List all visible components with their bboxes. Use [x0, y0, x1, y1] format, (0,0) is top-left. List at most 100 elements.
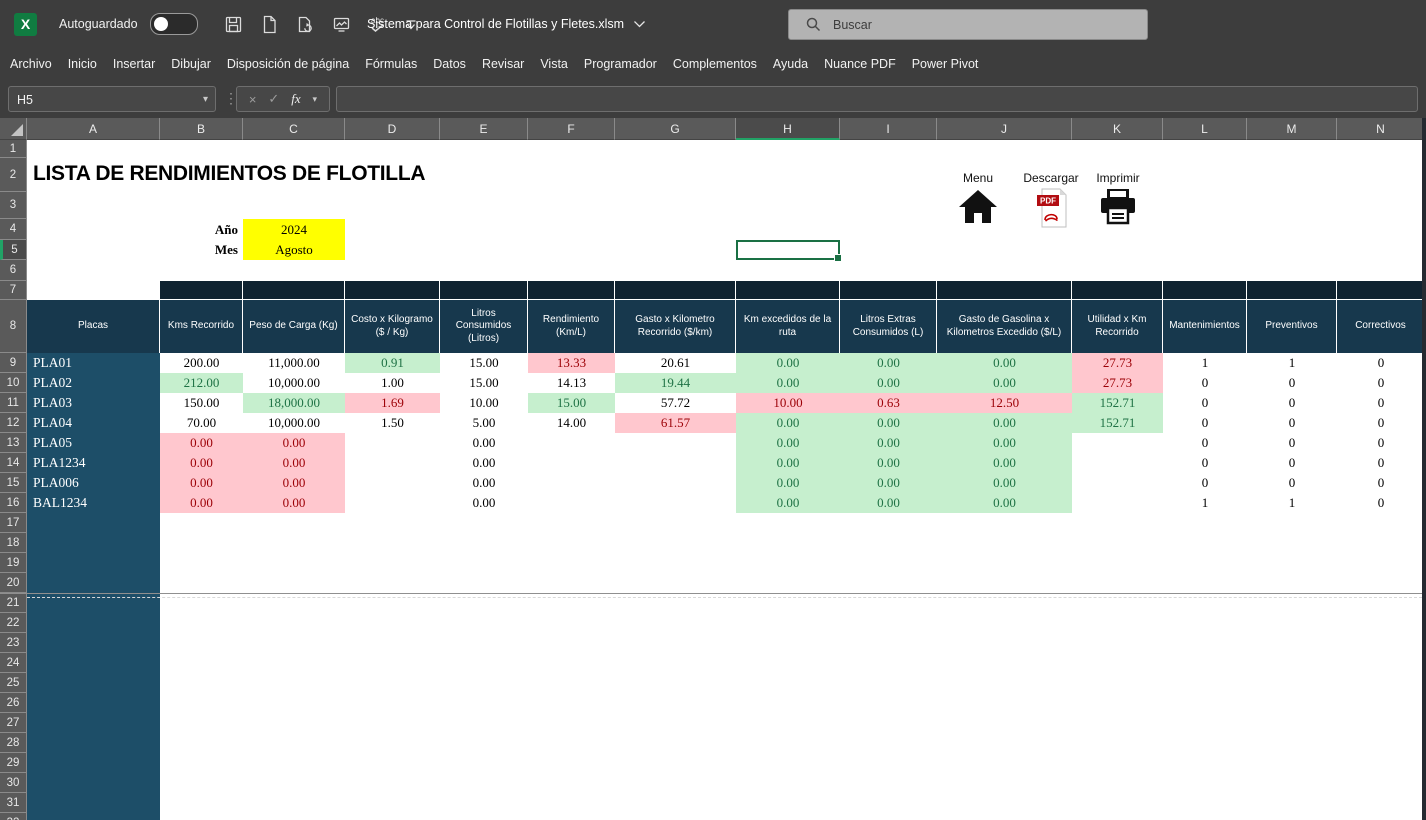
row-header-4[interactable]: 4: [0, 219, 27, 240]
ribbon-tab-fórmulas[interactable]: Fórmulas: [357, 48, 425, 80]
row-header-29[interactable]: 29: [0, 753, 27, 773]
cell-A11-placa[interactable]: PLA03: [27, 393, 160, 413]
cell-E14[interactable]: 0.00: [440, 453, 528, 473]
cell-F12[interactable]: 14.00: [528, 413, 615, 433]
cell-N15[interactable]: 0: [1337, 473, 1425, 493]
column-header-G[interactable]: G: [615, 118, 736, 140]
cell-M15[interactable]: 0: [1247, 473, 1337, 493]
month-value-cell[interactable]: Agosto: [243, 240, 345, 260]
cell-D9[interactable]: 0.91: [345, 353, 440, 373]
cell-N16[interactable]: 0: [1337, 493, 1425, 513]
cell-F9[interactable]: 13.33: [528, 353, 615, 373]
cell-A13-placa[interactable]: PLA05: [27, 433, 160, 453]
ribbon-tab-power-pivot[interactable]: Power Pivot: [904, 48, 987, 80]
cell-H14[interactable]: 0.00: [736, 453, 840, 473]
ribbon-tab-nuance-pdf[interactable]: Nuance PDF: [816, 48, 904, 80]
cell-N11[interactable]: 0: [1337, 393, 1425, 413]
cell-C13[interactable]: 0.00: [243, 433, 345, 453]
cell-I13[interactable]: 0.00: [840, 433, 937, 453]
cell-C11[interactable]: 18,000.00: [243, 393, 345, 413]
cell-I12[interactable]: 0.00: [840, 413, 937, 433]
cell-L14[interactable]: 0: [1163, 453, 1247, 473]
cell-M9[interactable]: 1: [1247, 353, 1337, 373]
formula-chevron-icon[interactable]: ▾: [313, 94, 318, 105]
cell-C14[interactable]: 0.00: [243, 453, 345, 473]
cell-I10[interactable]: 0.00: [840, 373, 937, 393]
cell-J13[interactable]: 0.00: [937, 433, 1072, 453]
cell-E12[interactable]: 5.00: [440, 413, 528, 433]
ribbon-tab-programador[interactable]: Programador: [576, 48, 665, 80]
menu-button[interactable]: Menu: [943, 171, 1013, 229]
cell-B13[interactable]: 0.00: [160, 433, 243, 453]
ribbon-tab-vista[interactable]: Vista: [532, 48, 576, 80]
row-header-21[interactable]: 21: [0, 593, 27, 613]
cell-K11[interactable]: 152.71: [1072, 393, 1163, 413]
cell-K10[interactable]: 27.73: [1072, 373, 1163, 393]
cell-H13[interactable]: 0.00: [736, 433, 840, 453]
cell-B10[interactable]: 212.00: [160, 373, 243, 393]
ribbon-tab-disposición-de-página[interactable]: Disposición de página: [219, 48, 357, 80]
column-header-F[interactable]: F: [528, 118, 615, 140]
row-header-32[interactable]: 32: [0, 813, 27, 820]
row-header-19[interactable]: 19: [0, 553, 27, 573]
row-header-1[interactable]: 1: [0, 140, 27, 158]
row-header-25[interactable]: 25: [0, 673, 27, 693]
cell-J16[interactable]: 0.00: [937, 493, 1072, 513]
row-header-6[interactable]: 6: [0, 260, 27, 281]
cell-L12[interactable]: 0: [1163, 413, 1247, 433]
new-file-icon[interactable]: [260, 15, 279, 34]
row-header-9[interactable]: 9: [0, 353, 27, 373]
cell-N12[interactable]: 0: [1337, 413, 1425, 433]
page-refresh-icon[interactable]: [296, 15, 315, 34]
cell-M12[interactable]: 0: [1247, 413, 1337, 433]
row-header-26[interactable]: 26: [0, 693, 27, 713]
cell-E9[interactable]: 15.00: [440, 353, 528, 373]
cell-J15[interactable]: 0.00: [937, 473, 1072, 493]
cell-A15-placa[interactable]: PLA006: [27, 473, 160, 493]
row-header-13[interactable]: 13: [0, 433, 27, 453]
year-value-cell[interactable]: 2024: [243, 219, 345, 240]
cell-M10[interactable]: 0: [1247, 373, 1337, 393]
name-box[interactable]: H5 ▾: [8, 86, 216, 112]
ribbon-tab-ayuda[interactable]: Ayuda: [765, 48, 816, 80]
row-header-31[interactable]: 31: [0, 793, 27, 813]
selected-cell-H5[interactable]: [736, 240, 840, 260]
enter-icon[interactable]: ✓: [268, 91, 279, 107]
cell-M13[interactable]: 0: [1247, 433, 1337, 453]
ribbon-tab-dibujar[interactable]: Dibujar: [163, 48, 219, 80]
cell-N14[interactable]: 0: [1337, 453, 1425, 473]
cell-G10[interactable]: 19.44: [615, 373, 736, 393]
cell-L10[interactable]: 0: [1163, 373, 1247, 393]
cell-I14[interactable]: 0.00: [840, 453, 937, 473]
cell-L11[interactable]: 0: [1163, 393, 1247, 413]
ribbon-tab-revisar[interactable]: Revisar: [474, 48, 532, 80]
cell-L9[interactable]: 1: [1163, 353, 1247, 373]
row-header-11[interactable]: 11: [0, 393, 27, 413]
cell-B11[interactable]: 150.00: [160, 393, 243, 413]
cell-K9[interactable]: 27.73: [1072, 353, 1163, 373]
row-header-8[interactable]: 8: [0, 300, 27, 353]
cell-N10[interactable]: 0: [1337, 373, 1425, 393]
cell-F11[interactable]: 15.00: [528, 393, 615, 413]
insert-function-icon[interactable]: fx: [291, 91, 300, 107]
row-header-20[interactable]: 20: [0, 573, 27, 593]
cell-L13[interactable]: 0: [1163, 433, 1247, 453]
cell-D12[interactable]: 1.50: [345, 413, 440, 433]
column-header-K[interactable]: K: [1072, 118, 1163, 140]
column-header-B[interactable]: B: [160, 118, 243, 140]
excel-logo-icon[interactable]: X: [14, 13, 37, 36]
cell-C15[interactable]: 0.00: [243, 473, 345, 493]
row-header-3[interactable]: 3: [0, 192, 27, 219]
ribbon-tab-inicio[interactable]: Inicio: [60, 48, 105, 80]
cell-B15[interactable]: 0.00: [160, 473, 243, 493]
cell-M14[interactable]: 0: [1247, 453, 1337, 473]
row-header-17[interactable]: 17: [0, 513, 27, 533]
cell-A14-placa[interactable]: PLA1234: [27, 453, 160, 473]
row-header-24[interactable]: 24: [0, 653, 27, 673]
cell-B16[interactable]: 0.00: [160, 493, 243, 513]
row-header-14[interactable]: 14: [0, 453, 27, 473]
cancel-icon[interactable]: ×: [249, 92, 257, 107]
cell-J14[interactable]: 0.00: [937, 453, 1072, 473]
ribbon-tab-complementos[interactable]: Complementos: [665, 48, 765, 80]
cell-C16[interactable]: 0.00: [243, 493, 345, 513]
